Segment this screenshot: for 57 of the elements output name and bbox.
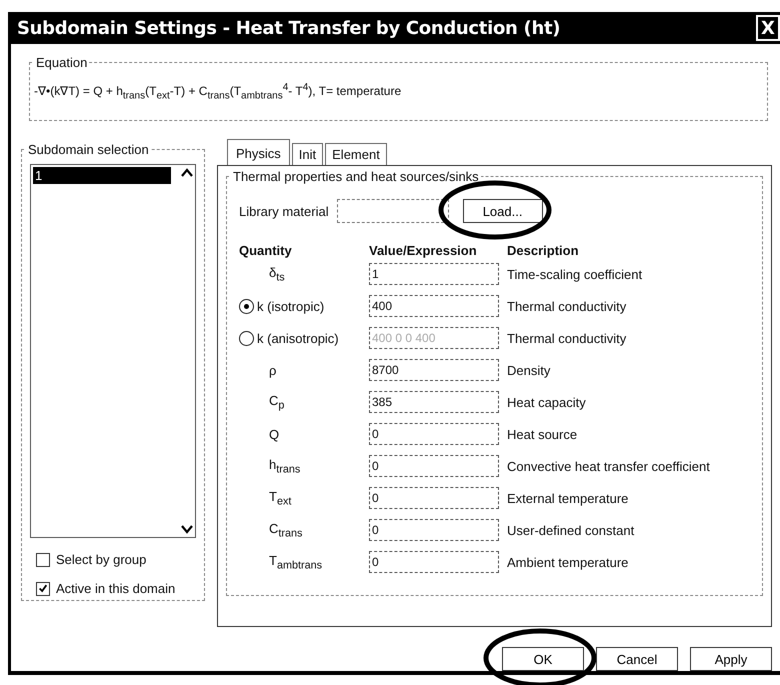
tab[interactable]: Init: [292, 143, 324, 165]
description-text: Heat capacity: [507, 394, 587, 410]
list-item[interactable]: 1: [33, 167, 171, 184]
tab[interactable]: Element: [325, 143, 387, 165]
tab[interactable]: Physics: [227, 139, 290, 165]
description-text: External temperature: [507, 490, 630, 506]
field-label: Library material: [239, 204, 329, 218]
column-header: Quantity: [239, 243, 293, 258]
description-text: Thermal conductivity: [507, 298, 628, 314]
description-text: Convective heat transfer coefficient: [507, 458, 711, 474]
library-field[interactable]: [336, 199, 449, 223]
column-header: Description: [507, 243, 580, 258]
quantity-label: C$_{p}$: [268, 392, 286, 412]
close-button[interactable]: X: [756, 15, 780, 42]
dialog-button[interactable]: Cancel: [596, 647, 678, 671]
value-field[interactable]: 0: [369, 423, 499, 445]
value-field[interactable]: 0: [369, 519, 499, 541]
equation-text: -∇•(k∇T) = Q + h$_{trans}$(T$_{ext}$-T) + C$_{trans}$(T$_{ambtrans}$$^{4}$- T$^{4}$), T= temperature: [34, 82, 402, 102]
description-text: Time-scaling coefficient: [507, 266, 644, 282]
value-field[interactable]: 400: [369, 295, 499, 317]
window-title: Subdomain Settings - Heat Transfer by Conduction (ht): [17, 18, 560, 39]
check-icon: [38, 584, 48, 593]
checkbox-label: Active in this domain: [56, 581, 176, 596]
quantity-label: Q: [268, 426, 280, 442]
load-button[interactable]: Load...: [462, 199, 543, 223]
quantity-label: ρ: [268, 362, 278, 378]
group-label: Equation: [34, 55, 90, 70]
quantity-label: h$_{trans}$: [268, 456, 302, 476]
quantity-label: δ$_{ts}$: [268, 264, 286, 284]
quantity-label: k (isotropic): [257, 298, 324, 314]
column-header: Value/Expression: [369, 243, 478, 258]
quantity-label: T$_{ambtrans}$: [268, 552, 324, 572]
value-field[interactable]: 385: [369, 391, 499, 413]
value-field[interactable]: 0: [369, 455, 499, 477]
description-text: Thermal conductivity: [507, 330, 628, 346]
checkbox[interactable]: [36, 582, 50, 596]
scroll-down-icon[interactable]: [181, 524, 193, 534]
value-field[interactable]: 1: [369, 263, 499, 285]
value-field[interactable]: 8700: [369, 359, 499, 381]
value-field[interactable]: 0: [369, 551, 499, 573]
quantity-label: k (anisotropic): [257, 330, 339, 346]
dialog-button[interactable]: Apply: [690, 647, 772, 671]
checkbox[interactable]: [36, 552, 50, 566]
radio-button[interactable]: [239, 298, 254, 314]
quantity-label: C$_{trans}$: [268, 520, 304, 540]
description-text: Ambient temperature: [507, 554, 630, 570]
group-label: Subdomain selection: [26, 142, 151, 157]
description-text: User-defined constant: [507, 522, 636, 538]
scroll-up-icon[interactable]: [181, 168, 193, 178]
quantity-label: T$_{ext}$: [268, 488, 292, 508]
group-label: Thermal properties and heat sources/sinks: [231, 169, 481, 184]
value-field[interactable]: 0: [369, 487, 499, 509]
description-text: Heat source: [507, 426, 578, 442]
subdomain-list[interactable]: 1: [30, 164, 196, 538]
description-text: Density: [507, 362, 552, 378]
checkbox-label: Select by group: [56, 552, 146, 567]
dialog-button[interactable]: OK: [502, 647, 584, 671]
